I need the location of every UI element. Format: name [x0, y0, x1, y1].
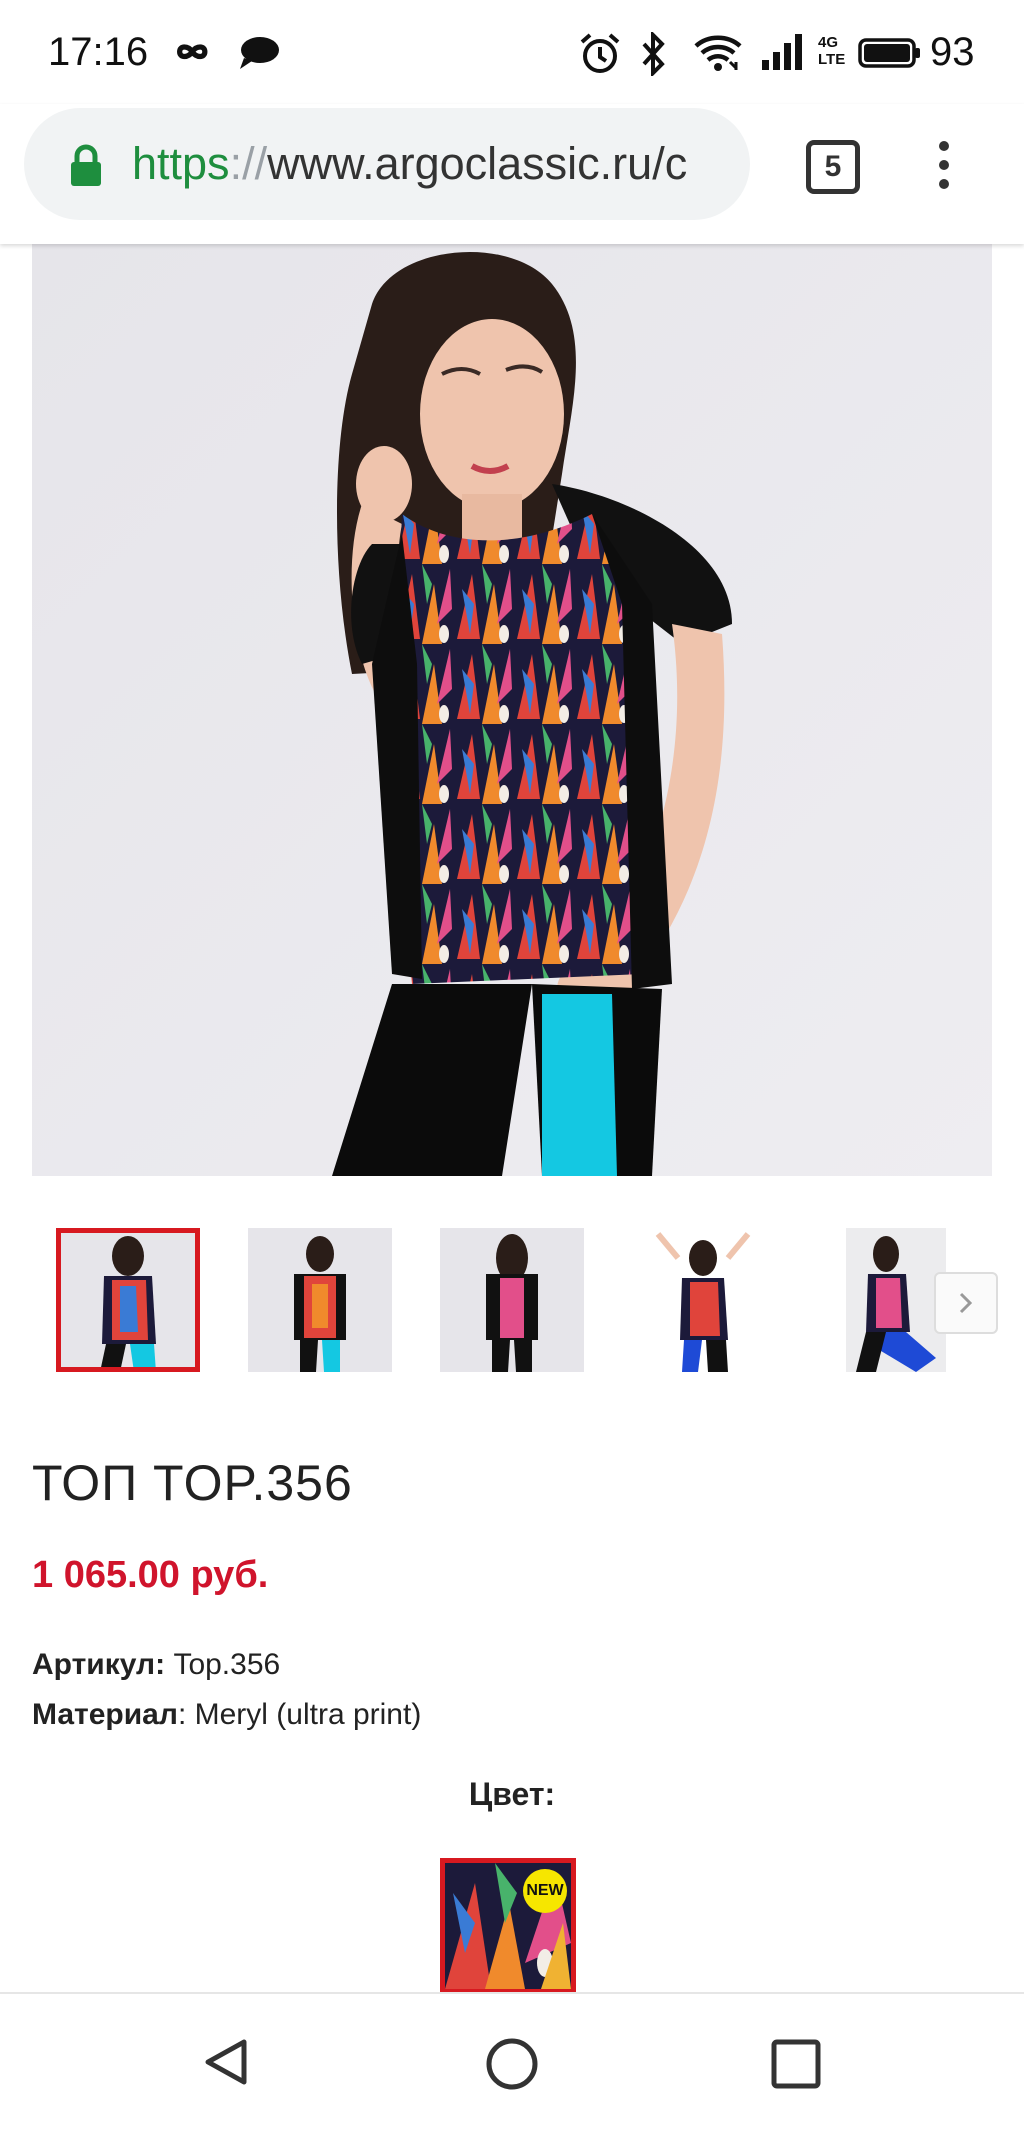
chevron-right-icon [959, 1292, 973, 1314]
color-swatch[interactable]: NEW [440, 1858, 576, 1994]
battery-percent: 93 [930, 30, 975, 74]
thumbnail-image [440, 1228, 584, 1372]
material-row: Материал: Meryl (ultra print) [32, 1698, 421, 1732]
infinity-icon [177, 44, 208, 60]
url-separator: :// [229, 138, 268, 189]
product-price: 1 065.00 руб. [32, 1554, 269, 1596]
url-text[interactable]: https://www.argoclassic.ru/c [132, 138, 742, 190]
sku-value: Top.356 [173, 1648, 281, 1681]
url-scheme: https [132, 138, 230, 189]
url-host: www.argoclassic.ru/c [267, 138, 688, 189]
material-value: : Meryl (ultra print) [177, 1698, 422, 1731]
thumbnail-image [56, 1228, 200, 1372]
recents-icon[interactable] [770, 2038, 822, 2090]
status-time: 17:16 [48, 30, 149, 74]
thumbnail-2[interactable] [248, 1228, 392, 1372]
battery-icon [858, 38, 920, 68]
model-photo [32, 244, 992, 1176]
system-navigation-bar [0, 1992, 1024, 2129]
chat-bubble-icon [240, 37, 279, 69]
lock-icon [71, 144, 101, 186]
back-icon[interactable] [200, 2036, 252, 2088]
sku-row: Артикул: Top.356 [32, 1648, 280, 1682]
color-heading: Цвет: [468, 1776, 556, 1812]
signal-icon [762, 34, 802, 70]
material-label: Материал [32, 1698, 178, 1731]
thumbnail-4[interactable] [648, 1228, 758, 1372]
new-badge: NEW [523, 1869, 567, 1913]
product-title: ТОП TOP.356 [32, 1455, 353, 1511]
alarm-icon [580, 33, 620, 73]
thumbnail-3[interactable] [440, 1228, 584, 1372]
bluetooth-icon [642, 32, 665, 76]
wifi-icon [694, 35, 742, 71]
url-bar[interactable]: https://www.argoclassic.ru/c [24, 108, 750, 220]
thumbnail-image [648, 1228, 758, 1372]
thumbnail-next-button[interactable] [934, 1272, 998, 1334]
network-type: 4G LTE [818, 34, 846, 68]
more-menu-icon[interactable] [934, 140, 954, 190]
thumbnail-image [846, 1228, 946, 1372]
sku-label: Артикул: [32, 1648, 166, 1681]
browser-toolbar: https://www.argoclassic.ru/c 5 [0, 104, 1024, 244]
thumbnail-image [248, 1228, 392, 1372]
product-main-image[interactable] [32, 244, 992, 1176]
status-bar: 17:16 4G LTE 93 [0, 0, 1024, 104]
home-icon[interactable] [484, 2036, 540, 2092]
thumbnail-1[interactable] [56, 1228, 200, 1372]
tab-switcher-button[interactable]: 5 [806, 140, 860, 194]
thumbnail-5[interactable] [846, 1228, 946, 1372]
